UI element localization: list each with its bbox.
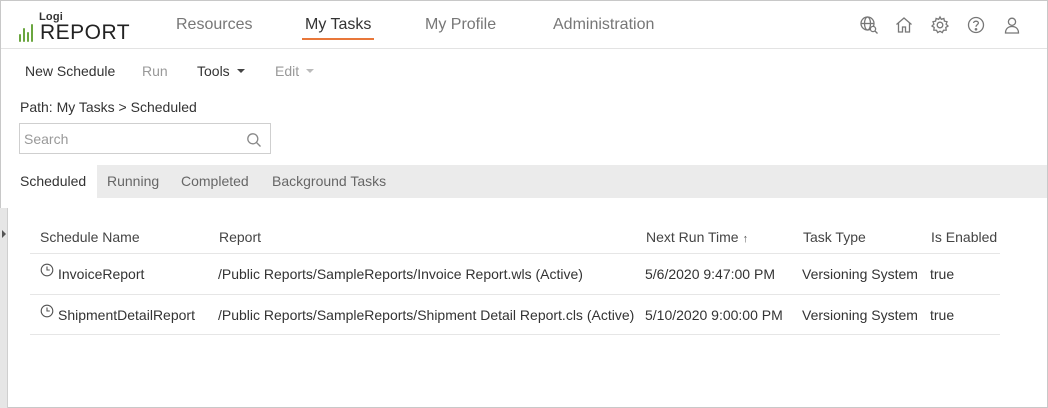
col-header-report[interactable]: Report bbox=[219, 229, 261, 245]
table-row[interactable]: InvoiceReport /Public Reports/SampleRepo… bbox=[30, 253, 1000, 294]
report-path-cell: /Public Reports/SampleReports/Shipment D… bbox=[218, 307, 635, 323]
tab-background-tasks[interactable]: Background Tasks bbox=[261, 165, 397, 198]
expand-arrow-icon bbox=[2, 230, 6, 238]
help-icon[interactable] bbox=[966, 15, 986, 35]
next-run-time-cell: 5/10/2020 9:00:00 PM bbox=[645, 307, 783, 323]
next-run-time-cell: 5/6/2020 9:47:00 PM bbox=[645, 266, 775, 282]
home-icon[interactable] bbox=[894, 15, 914, 35]
table-row[interactable]: ShipmentDetailReport /Public Reports/Sam… bbox=[30, 294, 1000, 335]
task-tabs: Scheduled Running Completed Background T… bbox=[9, 165, 1047, 198]
nav-my-profile[interactable]: My Profile bbox=[425, 16, 496, 34]
nav-resources[interactable]: Resources bbox=[176, 16, 252, 34]
col-header-task-type[interactable]: Task Type bbox=[803, 229, 866, 245]
search-input[interactable] bbox=[24, 128, 234, 150]
schedule-name-cell[interactable]: ShipmentDetailReport bbox=[40, 304, 195, 323]
search-box bbox=[19, 123, 271, 154]
chevron-down-icon bbox=[236, 69, 245, 73]
new-schedule-button[interactable]: New Schedule bbox=[25, 63, 115, 79]
nav-administration[interactable]: Administration bbox=[553, 16, 654, 34]
logo-text-large: REPORT bbox=[40, 21, 131, 44]
task-type-cell: Versioning System bbox=[802, 307, 918, 323]
run-button[interactable]: Run bbox=[142, 63, 168, 79]
report-path-cell: /Public Reports/SampleReports/Invoice Re… bbox=[218, 266, 583, 282]
tools-menu-button[interactable]: Tools bbox=[197, 63, 245, 79]
nav-my-tasks[interactable]: My Tasks bbox=[301, 16, 375, 40]
tab-scheduled[interactable]: Scheduled bbox=[9, 165, 98, 198]
top-header: Logi REPORT Resources My Tasks My Profil… bbox=[1, 1, 1047, 49]
sidebar-collapse-handle[interactable] bbox=[0, 208, 8, 408]
sort-ascending-icon: ↑ bbox=[742, 233, 749, 245]
tools-label: Tools bbox=[197, 63, 230, 79]
clock-icon bbox=[40, 263, 54, 277]
user-icon[interactable] bbox=[1002, 15, 1022, 35]
search-icon[interactable] bbox=[246, 132, 262, 148]
gear-icon[interactable] bbox=[930, 15, 950, 35]
logo-bars-icon bbox=[19, 20, 37, 42]
col-header-next-run-time[interactable]: Next Run Time ↑ bbox=[646, 229, 748, 245]
next-run-time-label: Next Run Time bbox=[646, 229, 739, 245]
chevron-down-icon bbox=[306, 69, 315, 73]
edit-label: Edit bbox=[275, 63, 300, 79]
schedule-name: ShipmentDetailReport bbox=[58, 307, 195, 323]
breadcrumb: Path: My Tasks > Scheduled bbox=[20, 99, 197, 115]
logi-report-logo: Logi REPORT bbox=[19, 10, 130, 44]
is-enabled-cell: true bbox=[930, 307, 955, 323]
col-header-is-enabled[interactable]: Is Enabled bbox=[931, 229, 997, 245]
is-enabled-cell: true bbox=[930, 266, 955, 282]
schedule-name-cell[interactable]: InvoiceReport bbox=[40, 263, 145, 282]
app-frame bbox=[0, 0, 1048, 408]
globe-search-icon[interactable] bbox=[859, 15, 879, 35]
schedule-name: InvoiceReport bbox=[58, 266, 145, 282]
tab-running[interactable]: Running bbox=[96, 165, 170, 198]
task-type-cell: Versioning System bbox=[802, 266, 918, 282]
edit-menu-button[interactable]: Edit bbox=[275, 63, 315, 79]
tab-completed[interactable]: Completed bbox=[170, 165, 260, 198]
clock-icon bbox=[40, 304, 54, 318]
col-header-schedule-name[interactable]: Schedule Name bbox=[40, 229, 140, 245]
